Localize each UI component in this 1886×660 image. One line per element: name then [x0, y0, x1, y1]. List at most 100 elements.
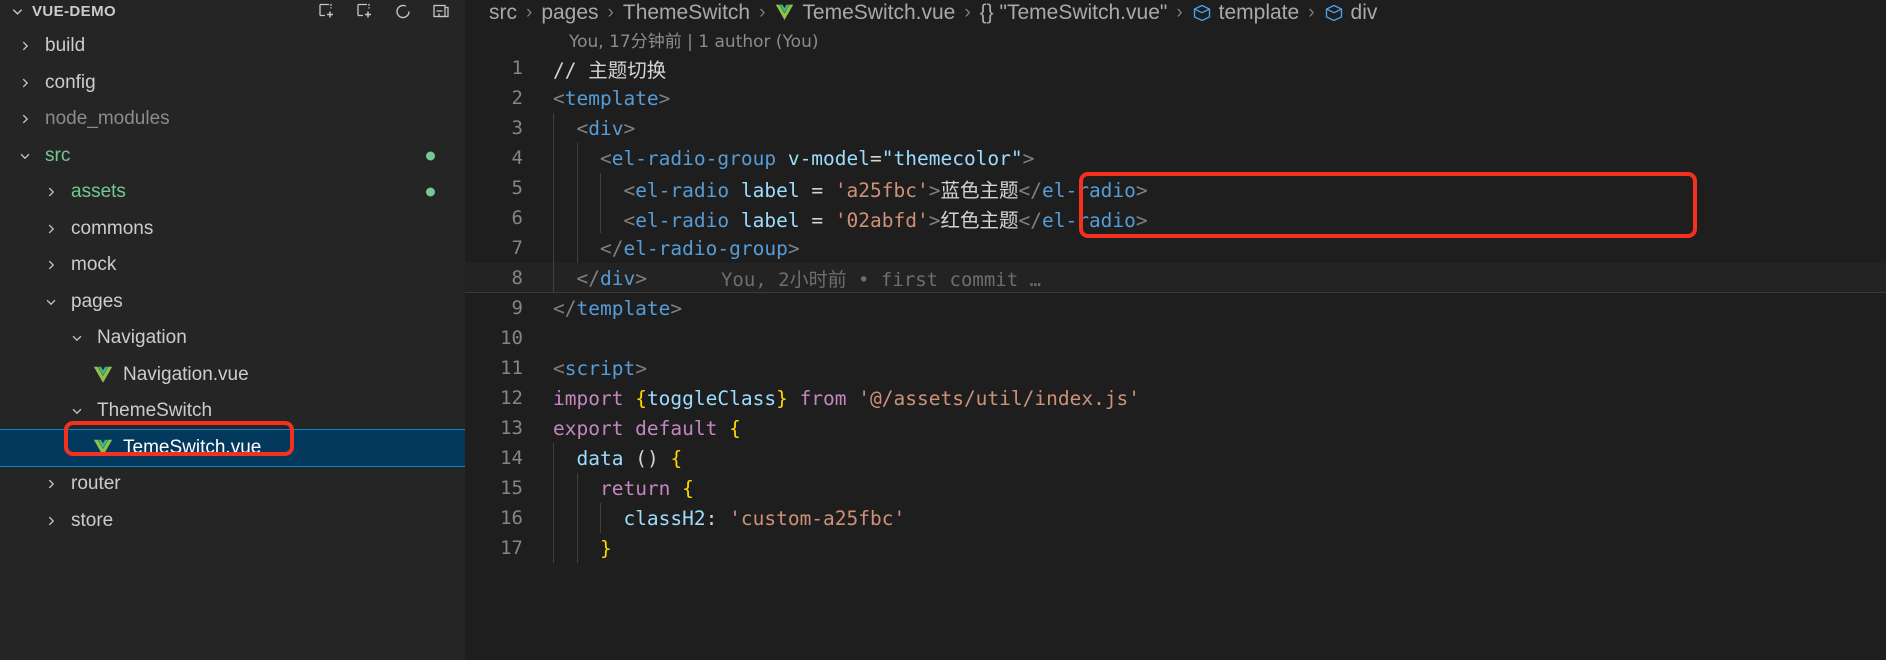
refresh-icon[interactable]	[393, 1, 413, 21]
new-folder-icon[interactable]	[355, 1, 375, 21]
code-line-14[interactable]: 14 data () {	[465, 443, 1886, 473]
tree-item-assets[interactable]: assets	[0, 174, 465, 211]
chevron-down-icon[interactable]	[66, 400, 88, 422]
code-line-5[interactable]: 5 <el-radio label = 'a25fbc'>蓝色主题</el-ra…	[465, 173, 1886, 203]
tree-item-config[interactable]: config	[0, 65, 465, 102]
chevron-right-icon[interactable]	[40, 181, 62, 203]
code-token: el-radio-group	[623, 236, 788, 260]
tree-item-build[interactable]: build	[0, 28, 465, 65]
code-token: =	[811, 178, 824, 202]
code-token: <	[553, 146, 612, 170]
code-token: <	[553, 178, 636, 202]
code-line-4[interactable]: 4 <el-radio-group v-model="themecolor">	[465, 143, 1886, 173]
chevron-right-icon[interactable]	[14, 35, 36, 57]
breadcrumb-segment-src[interactable]: src	[489, 1, 517, 25]
code-line-6[interactable]: 6 <el-radio label = '02abfd'>红色主题</el-ra…	[465, 203, 1886, 233]
explorer-root-header[interactable]: VUE-DEMO	[0, 0, 465, 22]
symbol-field-icon	[1324, 3, 1344, 23]
code-token: el-radio	[635, 178, 730, 202]
tree-item-label: ThemeSwitch	[97, 400, 213, 422]
tree-item-node-modules[interactable]: node_modules	[0, 101, 465, 138]
code-text: </template>	[553, 297, 682, 320]
tree-item-label: Navigation.vue	[123, 363, 249, 385]
new-file-icon[interactable]	[317, 1, 337, 21]
breadcrumb[interactable]: src › pages › ThemeSwitch › TemeSwitch.vue › {} …	[465, 0, 1886, 25]
tree-item-navigation-vue[interactable]: Navigation.vue	[0, 357, 465, 394]
code-line-17[interactable]: 17 }	[465, 533, 1886, 563]
code-line-10[interactable]: 10	[465, 323, 1886, 353]
breadcrumb-segment-temeswitch-vue[interactable]: TemeSwitch.vue	[774, 1, 955, 25]
tree-item-label: src	[45, 144, 71, 166]
tree-item-commons[interactable]: commons	[0, 211, 465, 248]
breadcrumb-label: template	[1218, 0, 1300, 24]
tree-item-mock[interactable]: mock	[0, 247, 465, 284]
code-token: :	[705, 506, 730, 530]
code-line-2[interactable]: 2 <template>	[465, 83, 1886, 113]
code-line-13[interactable]: 13 export default {	[465, 413, 1886, 443]
chevron-down-icon[interactable]	[8, 2, 26, 20]
chevron-right-icon[interactable]	[40, 473, 62, 495]
line-number: 7	[511, 237, 523, 259]
symbol-field-icon	[1192, 3, 1212, 23]
chevron-right-icon[interactable]	[40, 254, 62, 276]
tree-item-themeswitch[interactable]: ThemeSwitch	[0, 393, 465, 430]
line-number: 10	[500, 327, 523, 349]
indent-guide	[600, 503, 601, 533]
code-token: >	[1022, 146, 1035, 170]
code-token: </	[1018, 208, 1042, 232]
breadcrumb-segment-temeswitch-vue[interactable]: {} "TemeSwitch.vue"	[980, 1, 1168, 25]
code-token: <	[553, 208, 636, 232]
chevron-down-icon[interactable]	[66, 327, 88, 349]
chevron-right-icon[interactable]	[40, 218, 62, 240]
code-token: el-radio	[1041, 178, 1136, 202]
breadcrumb-segment-template[interactable]: template	[1192, 0, 1300, 25]
breadcrumb-segment-div[interactable]: div	[1324, 1, 1377, 25]
chevron-right-icon[interactable]	[14, 72, 36, 94]
tree-item-temeswitch-vue[interactable]: TemeSwitch.vue	[0, 428, 465, 467]
code-line-8[interactable]: 8 </div> You, 2小时前 • first commit …	[465, 263, 1886, 293]
line-number: 3	[511, 117, 523, 139]
code-text: <el-radio label = '02abfd'>红色主题</el-radi…	[553, 204, 1147, 233]
code-token: return	[599, 476, 671, 500]
code-line-9[interactable]: 9 </template>	[465, 293, 1886, 323]
code-token: {	[635, 386, 647, 410]
breadcrumb-separator: ›	[607, 1, 614, 23]
code-text: import {toggleClass} from '@/assets/util…	[553, 387, 1140, 410]
code-line-7[interactable]: 7 </el-radio-group>	[465, 233, 1886, 263]
breadcrumb-segment-themeswitch[interactable]: ThemeSwitch	[623, 1, 750, 25]
code-text: export default {	[553, 417, 741, 440]
chevron-down-icon[interactable]	[14, 145, 36, 167]
indent-guide	[553, 143, 554, 173]
tree-item-navigation[interactable]: Navigation	[0, 320, 465, 357]
vue-file-icon	[774, 2, 795, 23]
indent-guide	[576, 203, 578, 233]
code-line-12[interactable]: 12 import {toggleClass} from '@/assets/ut…	[465, 383, 1886, 413]
chevron-right-icon[interactable]	[40, 510, 62, 532]
breadcrumb-separator: ›	[1308, 1, 1315, 23]
code-line-15[interactable]: 15 return {	[465, 473, 1886, 503]
indent-guide	[600, 203, 601, 233]
tree-item-src[interactable]: src	[0, 138, 465, 175]
chevron-down-icon[interactable]	[40, 291, 62, 313]
code-area[interactable]: 1// 主题切换 2 <template> 3 <div> 4 <el-radio-gr…	[465, 53, 1886, 563]
tree-item-label: node_modules	[45, 108, 170, 130]
code-line-16[interactable]: 16 classH2: 'custom-a25fbc'	[465, 503, 1886, 533]
breadcrumb-separator: ›	[964, 1, 971, 23]
code-token: div	[588, 116, 624, 140]
tree-item-router[interactable]: router	[0, 466, 465, 503]
code-token: <	[553, 116, 589, 140]
tree-item-store[interactable]: store	[0, 503, 465, 540]
tree-item-pages[interactable]: pages	[0, 284, 465, 321]
breadcrumb-segment-pages[interactable]: pages	[541, 1, 598, 25]
chevron-right-icon[interactable]	[14, 108, 36, 130]
code-line-11[interactable]: 11 <script>	[465, 353, 1886, 383]
file-tree: build config node_modulessrc assets commons m…	[0, 28, 465, 539]
line-number: 1	[511, 57, 523, 79]
code-line-1[interactable]: 1 // 主题切换	[465, 53, 1886, 83]
code-text: <script>	[553, 357, 647, 380]
collapse-all-icon[interactable]	[431, 1, 451, 21]
code-token: toggleClass	[646, 386, 777, 410]
code-line-3[interactable]: 3 <div>	[465, 113, 1886, 143]
